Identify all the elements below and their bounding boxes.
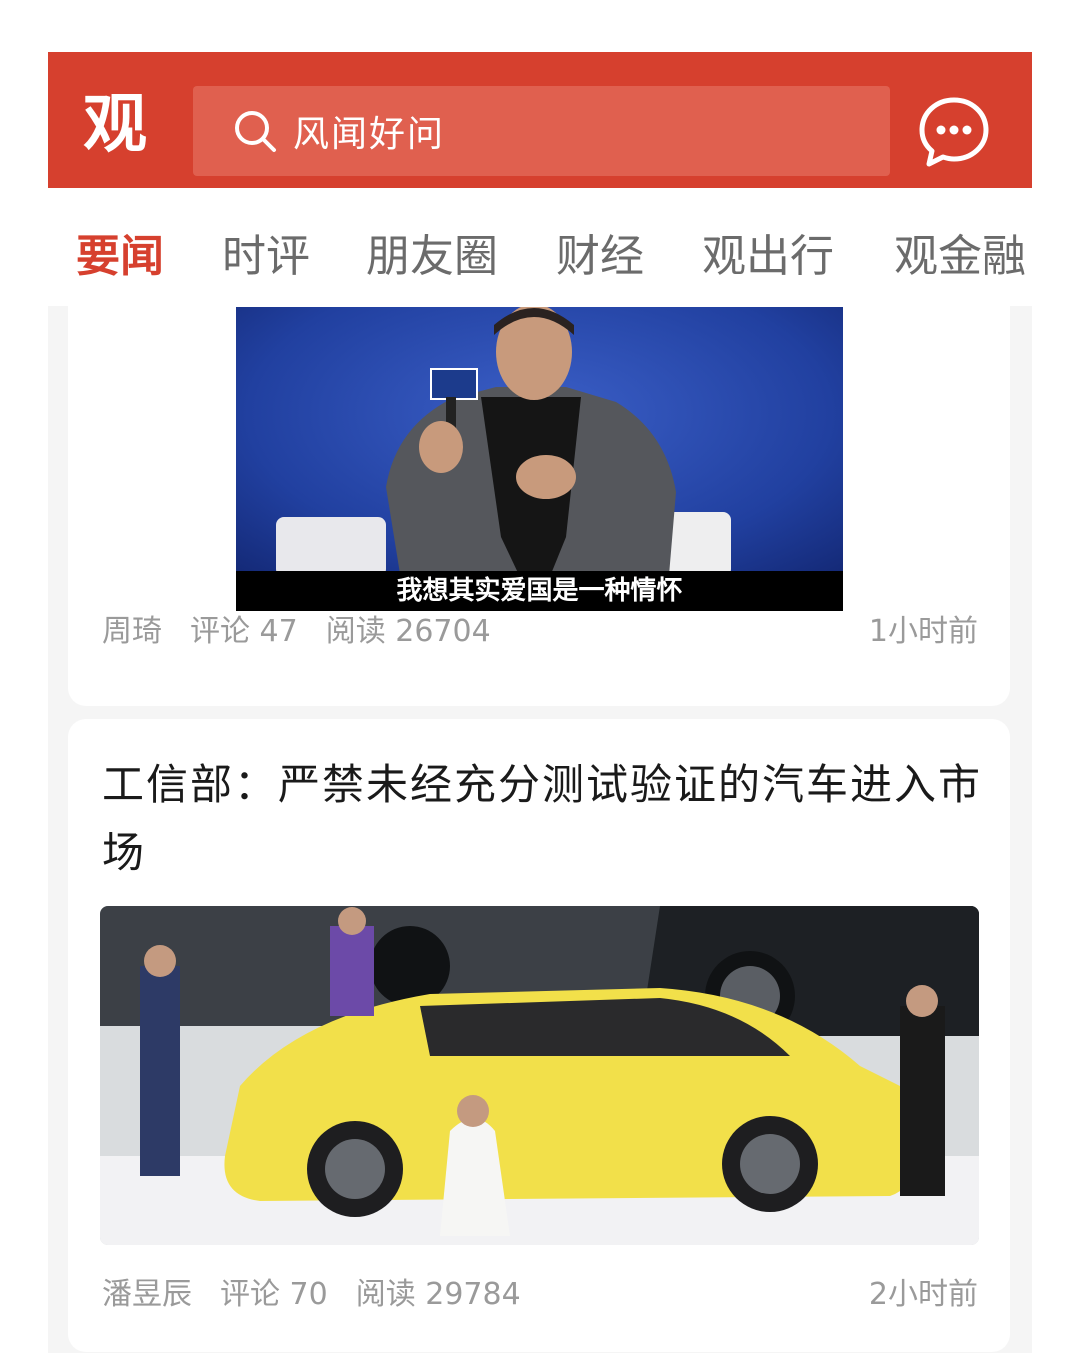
- comment-count: 评论 47: [190, 614, 298, 649]
- video-subtitle: 我想其实爱国是一种情怀: [236, 571, 843, 611]
- author-name[interactable]: 周琦: [102, 606, 162, 650]
- article-card[interactable]: 我想其实爱国是一种情怀 周琦 评论 47 阅读 26704 1小时前: [68, 276, 1010, 706]
- search-bar[interactable]: 风闻好问: [193, 86, 890, 176]
- message-icon[interactable]: [918, 96, 990, 168]
- read-count: 阅读 29784: [355, 1277, 521, 1312]
- search-icon: [235, 111, 276, 152]
- news-feed: 我想其实爱国是一种情怀 周琦 评论 47 阅读 26704 1小时前 工信部：严…: [48, 276, 1032, 1353]
- read-count: 阅读 26704: [325, 614, 491, 649]
- article-meta: 周琦 评论 47 阅读 26704: [102, 606, 491, 650]
- search-placeholder: 风闻好问: [293, 114, 446, 155]
- tab-friends[interactable]: 朋友圈: [366, 220, 498, 284]
- top-bar: 观 风闻好问: [48, 52, 1032, 188]
- article-meta: 潘昱辰 评论 70 阅读 29784: [102, 1269, 521, 1313]
- article-card[interactable]: 工信部：严禁未经充分测试验证的汽车进入市场 潘昱辰 评论 70 阅读 29784…: [68, 719, 1010, 1352]
- tab-finance[interactable]: 财经: [556, 220, 644, 284]
- tab-commentary[interactable]: 时评: [222, 220, 310, 284]
- car-show-image: [100, 906, 979, 1245]
- author-name[interactable]: 潘昱辰: [102, 1269, 192, 1313]
- video-frame-image: [236, 307, 843, 611]
- article-image[interactable]: [100, 906, 979, 1245]
- publish-time: 2小时前: [868, 1277, 978, 1312]
- tab-travel[interactable]: 观出行: [702, 220, 834, 284]
- tab-headlines[interactable]: 要闻: [76, 220, 164, 284]
- publish-time: 1小时前: [868, 614, 978, 649]
- comment-count: 评论 70: [220, 1277, 328, 1312]
- video-thumbnail[interactable]: 我想其实爱国是一种情怀: [236, 307, 843, 611]
- app-screen: 观 风闻好问 要闻 时评 朋友圈 财经 观出行 观金融 我想其实爱国是一种情怀 …: [48, 52, 1032, 1353]
- tab-banking[interactable]: 观金融: [894, 220, 1026, 284]
- article-title[interactable]: 工信部：严禁未经充分测试验证的汽车进入市场: [102, 751, 982, 887]
- app-logo[interactable]: 观: [78, 88, 152, 162]
